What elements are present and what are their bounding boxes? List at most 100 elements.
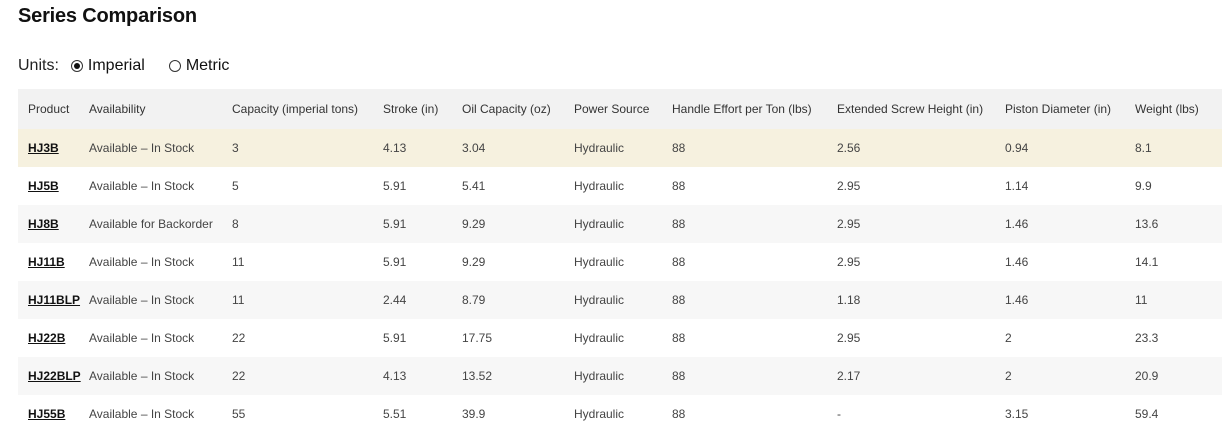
header-piston-diameter[interactable]: Piston Diameter (in) [1005,89,1135,129]
header-power-source[interactable]: Power Source [574,89,672,129]
cell-weight: 59.4 [1135,395,1222,433]
cell-stroke: 5.91 [383,167,462,205]
cell-availability: Available – In Stock [88,129,232,167]
series-comparison-table: Product Availability Capacity (imperial … [18,89,1222,433]
cell-piston-diameter: 1.46 [1005,205,1135,243]
table-row: HJ5B Available – In Stock 5 5.91 5.41 Hydraul… [18,167,1222,205]
cell-extended-screw-height: 2.17 [837,357,1005,395]
imperial-radio[interactable] [70,60,83,72]
cell-availability: Available for Backorder [88,205,232,243]
table-body: HJ3B Available – In Stock 3 4.13 3.04 Hydraul… [18,129,1222,433]
product-link[interactable]: HJ11BLP [28,293,80,307]
header-weight[interactable]: Weight (lbs) [1135,89,1222,129]
cell-handle-effort: 88 [672,395,837,433]
table-row: HJ22B Available – In Stock 22 5.91 17.75 Hydr… [18,319,1222,357]
cell-oil-capacity: 3.04 [462,129,574,167]
product-link[interactable]: HJ22B [28,331,65,345]
cell-extended-screw-height: 2.95 [837,243,1005,281]
cell-extended-screw-height: 2.95 [837,319,1005,357]
cell-weight: 11 [1135,281,1222,319]
cell-product: HJ55B [18,395,88,433]
units-option-metric[interactable]: Metric [168,57,230,75]
cell-power-source: Hydraulic [574,129,672,167]
header-product[interactable]: Product [18,89,88,129]
product-link[interactable]: HJ11B [28,255,65,269]
cell-availability: Available – In Stock [88,395,232,433]
cell-handle-effort: 88 [672,243,837,281]
table-header-row: Product Availability Capacity (imperial … [18,89,1222,129]
cell-extended-screw-height: 2.56 [837,129,1005,167]
cell-capacity: 5 [232,167,383,205]
cell-product: HJ22B [18,319,88,357]
table-row: HJ11BLP Available – In Stock 11 2.44 8.79 Hyd… [18,281,1222,319]
table-row: HJ11B Available – In Stock 11 5.91 9.29 Hydra… [18,243,1222,281]
cell-stroke: 4.13 [383,357,462,395]
units-selector: Units: Imperial Metric [18,56,253,76]
imperial-label: Imperial [87,57,145,74]
cell-power-source: Hydraulic [574,243,672,281]
cell-availability: Available – In Stock [88,243,232,281]
header-handle-effort[interactable]: Handle Effort per Ton (lbs) [672,89,837,129]
header-availability[interactable]: Availability [88,89,232,129]
cell-capacity: 22 [232,357,383,395]
cell-extended-screw-height: 2.95 [837,167,1005,205]
cell-stroke: 5.91 [383,243,462,281]
cell-weight: 14.1 [1135,243,1222,281]
cell-weight: 8.1 [1135,129,1222,167]
product-link[interactable]: HJ8B [28,217,59,231]
cell-piston-diameter: 1.14 [1005,167,1135,205]
cell-weight: 13.6 [1135,205,1222,243]
cell-handle-effort: 88 [672,129,837,167]
metric-label: Metric [185,57,230,74]
cell-stroke: 5.51 [383,395,462,433]
cell-capacity: 11 [232,281,383,319]
cell-extended-screw-height: 2.95 [837,205,1005,243]
cell-capacity: 3 [232,129,383,167]
header-extended-screw-height[interactable]: Extended Screw Height (in) [837,89,1005,129]
cell-weight: 9.9 [1135,167,1222,205]
product-link[interactable]: HJ3B [28,141,59,155]
cell-oil-capacity: 8.79 [462,281,574,319]
cell-power-source: Hydraulic [574,281,672,319]
header-oil-capacity[interactable]: Oil Capacity (oz) [462,89,574,129]
cell-product: HJ5B [18,167,88,205]
cell-piston-diameter: 2 [1005,357,1135,395]
cell-product: HJ22BLP [18,357,88,395]
cell-capacity: 55 [232,395,383,433]
cell-piston-diameter: 1.46 [1005,243,1135,281]
cell-stroke: 5.91 [383,319,462,357]
cell-oil-capacity: 39.9 [462,395,574,433]
cell-extended-screw-height: 1.18 [837,281,1005,319]
cell-capacity: 8 [232,205,383,243]
table-row: HJ55B Available – In Stock 55 5.51 39.9 Hydra… [18,395,1222,433]
cell-oil-capacity: 9.29 [462,205,574,243]
cell-availability: Available – In Stock [88,357,232,395]
cell-power-source: Hydraulic [574,357,672,395]
product-link[interactable]: HJ22BLP [28,369,81,383]
cell-power-source: Hydraulic [574,205,672,243]
metric-radio[interactable] [168,60,181,72]
table-row: HJ8B Available for Backorder 8 5.91 9.29 Hydr… [18,205,1222,243]
table-row: HJ22BLP Available – In Stock 22 4.13 13.52 Hy… [18,357,1222,395]
units-label: Units: [18,57,59,74]
cell-product: HJ11B [18,243,88,281]
cell-availability: Available – In Stock [88,167,232,205]
header-stroke[interactable]: Stroke (in) [383,89,462,129]
cell-availability: Available – In Stock [88,281,232,319]
cell-power-source: Hydraulic [574,395,672,433]
cell-piston-diameter: 0.94 [1005,129,1135,167]
product-link[interactable]: HJ5B [28,179,59,193]
cell-piston-diameter: 2 [1005,319,1135,357]
cell-product: HJ11BLP [18,281,88,319]
cell-piston-diameter: 1.46 [1005,281,1135,319]
cell-oil-capacity: 17.75 [462,319,574,357]
header-capacity[interactable]: Capacity (imperial tons) [232,89,383,129]
units-option-imperial[interactable]: Imperial [70,57,145,75]
cell-handle-effort: 88 [672,205,837,243]
product-link[interactable]: HJ55B [28,407,65,421]
cell-capacity: 22 [232,319,383,357]
cell-power-source: Hydraulic [574,319,672,357]
cell-handle-effort: 88 [672,281,837,319]
cell-capacity: 11 [232,243,383,281]
cell-handle-effort: 88 [672,319,837,357]
